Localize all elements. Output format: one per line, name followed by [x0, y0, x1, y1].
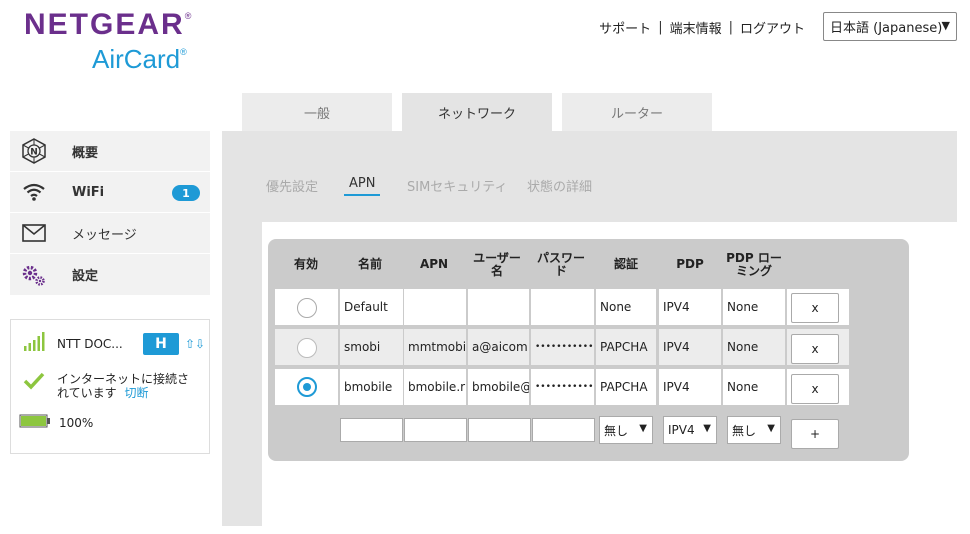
envelope-icon	[20, 219, 48, 247]
device-status-panel: NTT DOC... H ⇧⇩ インターネットに接続さ れています 切断 100…	[10, 319, 210, 454]
new-apn-pdp-value: IPV4	[668, 423, 695, 437]
row-2-delete-button[interactable]: x	[791, 374, 839, 404]
row-0-delete-button[interactable]: x	[791, 293, 839, 323]
new-apn-pdp-select[interactable]: IPV4 ▼	[663, 416, 717, 444]
header-auth: 認証	[613, 257, 638, 271]
sidebar-item-label: 概要	[72, 145, 99, 161]
connection-status-line1: インターネットに接続さ	[57, 372, 190, 386]
header-links: サポート | 端末情報 | ログアウト	[599, 18, 805, 37]
row-2-enabled-radio[interactable]	[297, 377, 317, 397]
disconnect-link[interactable]: 切断	[124, 386, 148, 400]
row-0-name: Default	[340, 289, 403, 325]
subtab-priority[interactable]: 優先設定	[266, 176, 318, 195]
gears-icon	[20, 261, 48, 289]
new-apn-password-input[interactable]	[532, 418, 595, 442]
network-type-badge: H	[143, 332, 179, 355]
row-2-roaming: None	[723, 369, 785, 405]
row-2-apn: bmobile.r	[404, 369, 466, 405]
device-info-link[interactable]: 端末情報	[670, 18, 722, 37]
row-1-enabled-radio[interactable]	[297, 338, 317, 358]
new-apn-roaming-select[interactable]: 無し ▼	[727, 416, 781, 444]
header-password: パスワード	[536, 251, 585, 278]
tab-general[interactable]: 一般	[242, 93, 392, 131]
new-apn-apn-input[interactable]	[404, 418, 467, 442]
header-pdp-roaming: PDP ロー ミング	[726, 251, 782, 278]
new-apn-roaming-value: 無し	[732, 423, 757, 438]
dropdown-arrow-icon: ▼	[941, 19, 950, 32]
row-0-auth: None	[596, 289, 656, 325]
header-username: ユーザー名	[473, 251, 521, 278]
row-0-enabled-radio[interactable]	[297, 298, 317, 318]
new-apn-auth-select[interactable]: 無し ▼	[599, 416, 653, 444]
header-name: 名前	[357, 257, 382, 271]
subtab-apn[interactable]: APN	[344, 176, 381, 196]
row-1-pdp: IPV4	[659, 329, 721, 365]
logout-link[interactable]: ログアウト	[740, 18, 805, 37]
sidebar-item-label: WiFi	[72, 184, 105, 200]
signal-strength-icon	[23, 332, 47, 355]
svg-text:N: N	[30, 148, 38, 158]
tab-router[interactable]: ルーター	[562, 93, 712, 131]
support-link[interactable]: サポート	[599, 18, 651, 37]
row-2-name: bmobile	[340, 369, 403, 405]
connection-status-text: インターネットに接続さ れています 切断	[57, 372, 189, 400]
row-1-auth: PAPCHA	[596, 329, 656, 365]
row-0-password	[531, 289, 594, 325]
battery-icon	[19, 414, 51, 431]
dropdown-arrow-icon: ▼	[703, 423, 711, 434]
new-apn-user-input[interactable]	[468, 418, 531, 442]
row-0-pdp: IPV4	[659, 289, 721, 325]
new-apn-name-input[interactable]	[340, 418, 403, 442]
sidebar-item-label: メッセージ	[72, 227, 137, 243]
wifi-icon	[20, 178, 48, 206]
wifi-client-count-badge: 1	[172, 185, 200, 201]
netgear-n-icon: N	[20, 137, 48, 165]
add-apn-button[interactable]: +	[791, 419, 839, 449]
netgear-logo: NETGEAR®	[24, 8, 194, 41]
aircard-logo: AirCard®	[92, 44, 187, 74]
checkmark-icon	[23, 372, 45, 393]
row-2-password: •••••••••••	[531, 369, 594, 405]
row-1-password: •••••••••••	[531, 329, 594, 365]
subtab-sim-security[interactable]: SIMセキュリティ	[407, 176, 508, 195]
sidebar: N 概要 WiFi 1 メッセージ 設定	[10, 131, 210, 295]
connection-status-line2: れています	[57, 386, 117, 400]
sidebar-item-label: 設定	[72, 269, 99, 284]
row-1-user: a@aicom	[468, 329, 529, 365]
carrier-name: NTT DOC...	[57, 336, 123, 351]
carrier-row: NTT DOC... H ⇧⇩	[23, 332, 205, 355]
header-apn: APN	[419, 257, 449, 271]
row-2-auth: PAPCHA	[596, 369, 656, 405]
row-1-apn: mmtmobi	[404, 329, 466, 365]
tab-network[interactable]: ネットワーク	[402, 93, 552, 131]
connection-row: インターネットに接続さ れています 切断	[23, 372, 189, 400]
new-apn-auth-value: 無し	[604, 423, 629, 438]
dropdown-arrow-icon: ▼	[767, 423, 775, 434]
language-select[interactable]: 日本語 (Japanese) ▼	[823, 12, 957, 41]
sidebar-item-wifi[interactable]: WiFi 1	[10, 172, 210, 213]
row-0-roaming: None	[723, 289, 785, 325]
header-enabled: 有効	[293, 257, 318, 271]
dropdown-arrow-icon: ▼	[639, 423, 647, 434]
row-1-roaming: None	[723, 329, 785, 365]
row-1-name: smobi	[340, 329, 403, 365]
row-2-user: bmobile@	[468, 369, 529, 405]
sidebar-item-messages[interactable]: メッセージ	[10, 213, 210, 254]
row-2-pdp: IPV4	[659, 369, 721, 405]
data-transfer-icon: ⇧⇩	[185, 336, 206, 351]
header-pdp: PDP	[676, 257, 704, 271]
sidebar-item-settings[interactable]: 設定	[10, 254, 210, 295]
battery-percent: 100%	[59, 415, 94, 430]
row-0-apn	[404, 289, 466, 325]
subtab-status-details[interactable]: 状態の詳細	[527, 176, 592, 195]
row-1-delete-button[interactable]: x	[791, 334, 839, 364]
language-select-value: 日本語 (Japanese)	[830, 21, 943, 36]
row-0-user	[468, 289, 529, 325]
battery-row: 100%	[19, 414, 93, 431]
sidebar-item-overview[interactable]: N 概要	[10, 131, 210, 172]
